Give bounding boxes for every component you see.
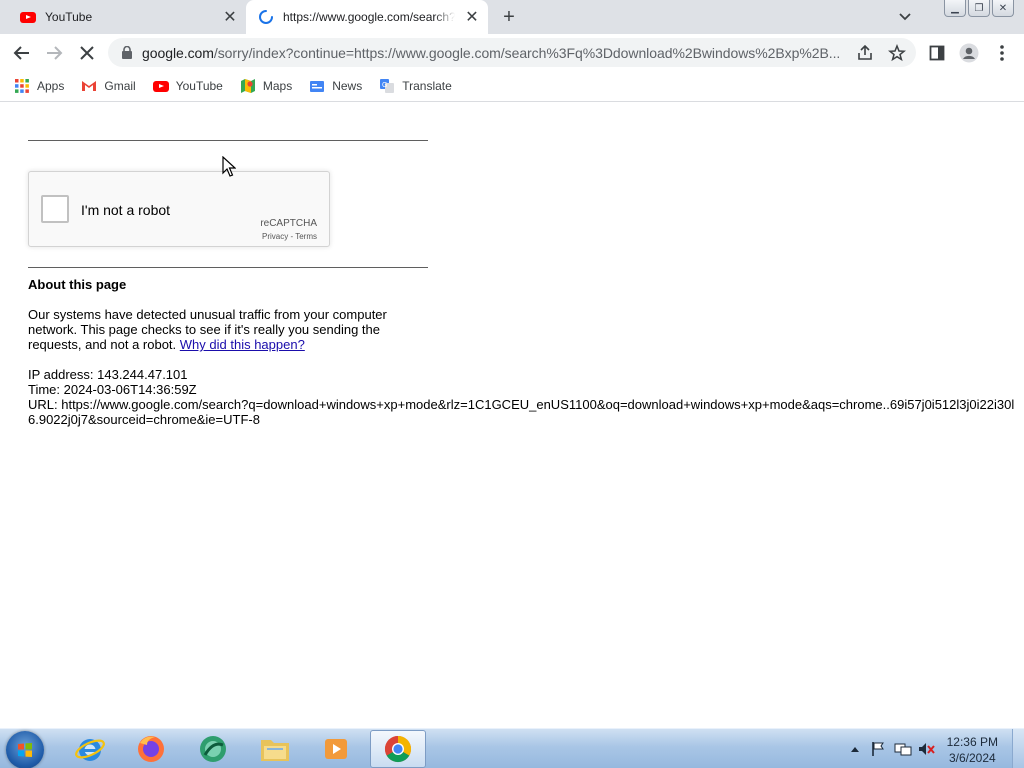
chrome-icon (384, 735, 412, 763)
stop-icon (80, 46, 94, 60)
timestamp: Time: 2024-03-06T14:36:59Z (28, 382, 197, 397)
forward-arrow-icon (47, 46, 63, 60)
recaptcha-label: I'm not a robot (81, 202, 171, 218)
star-icon[interactable] (888, 44, 906, 62)
bookmark-news[interactable]: News (309, 78, 362, 94)
why-link[interactable]: Why did this happen? (180, 337, 305, 352)
request-info: IP address: 143.244.47.101 Time: 2024-03… (28, 367, 1024, 427)
taskbar-media-player[interactable] (308, 730, 364, 768)
tab-google-search[interactable]: https://www.google.com/search? ✕ (246, 0, 488, 34)
mouse-cursor-icon (222, 156, 236, 177)
url-text[interactable]: google.com/sorry/index?continue=https://… (142, 45, 844, 61)
recaptcha-widget: I'm not a robot reCAPTCHA Privacy - Term… (28, 171, 330, 247)
bookmark-label: Apps (37, 79, 65, 93)
show-desktop-button[interactable] (1012, 729, 1024, 768)
back-button[interactable] (9, 40, 35, 66)
translate-icon: G (380, 79, 395, 93)
bookmark-translate[interactable]: G Translate (379, 78, 452, 94)
browser-toolbar: google.com/sorry/index?continue=https://… (0, 34, 1024, 71)
windows-logo-icon (18, 743, 32, 757)
file-explorer-icon (261, 740, 289, 761)
window-controls: ▁ ❐ ✕ (944, 0, 1014, 17)
stop-loading-button[interactable] (74, 40, 100, 66)
taskbar-firefox[interactable] (123, 730, 179, 768)
youtube-icon (20, 11, 36, 23)
tab-search-icon[interactable] (895, 8, 915, 26)
taskbar-file-explorer[interactable] (247, 730, 303, 768)
clock-time: 12:36 PM (946, 735, 998, 749)
url-host: google.com (142, 45, 214, 61)
tab-youtube[interactable]: YouTube ✕ (8, 0, 246, 34)
bookmark-label: News (332, 79, 363, 93)
divider (28, 140, 428, 141)
restore-button[interactable]: ❐ (968, 0, 990, 17)
loading-spinner-icon (259, 10, 273, 24)
terms-link[interactable]: Terms (295, 232, 317, 241)
forward-button[interactable] (41, 40, 67, 66)
url-path: /sorry/index?continue=https://www.google… (213, 45, 841, 61)
tab-title: YouTube (45, 10, 93, 24)
youtube-icon (152, 80, 169, 92)
bookmark-label: Translate (402, 79, 452, 93)
address-bar[interactable]: google.com/sorry/index?continue=https://… (108, 38, 916, 67)
tab-strip: YouTube ✕ https://www.google.com/search?… (0, 0, 1024, 34)
tab-title: https://www.google.com/search? (283, 10, 455, 24)
new-tab-button[interactable]: + (498, 6, 520, 28)
svg-text:G: G (382, 82, 387, 89)
windows-taskbar: 12:36 PM 3/6/2024 (0, 728, 1024, 768)
minimize-button[interactable]: ▁ (944, 0, 966, 17)
media-player-icon (325, 739, 347, 759)
news-icon (310, 81, 325, 92)
clock[interactable]: 12:36 PM 3/6/2024 (947, 734, 998, 766)
close-window-button[interactable]: ✕ (992, 0, 1014, 17)
close-icon[interactable]: ✕ (222, 9, 238, 26)
app-icon (200, 736, 226, 762)
bookmark-maps[interactable]: Maps (240, 78, 292, 94)
profile-avatar-icon[interactable] (959, 43, 979, 63)
recaptcha-checkbox[interactable] (41, 195, 69, 223)
bookmark-label: YouTube (175, 79, 223, 93)
bookmark-gmail[interactable]: Gmail (81, 78, 136, 94)
action-center-flag-icon[interactable] (870, 741, 886, 757)
maps-icon (240, 79, 255, 93)
internet-explorer-icon (75, 739, 105, 761)
recaptcha-brand: reCAPTCHA (260, 218, 317, 229)
ip-address: IP address: 143.244.47.101 (28, 367, 188, 382)
start-button[interactable] (6, 731, 44, 768)
show-hidden-icons-icon[interactable] (850, 745, 860, 753)
about-heading: About this page (28, 277, 127, 292)
volume-muted-icon[interactable] (918, 741, 936, 757)
taskbar-chrome[interactable] (370, 730, 426, 768)
back-arrow-icon (13, 46, 29, 60)
firefox-icon (138, 736, 164, 762)
clock-date: 3/6/2024 (948, 751, 996, 765)
taskbar-internet-explorer[interactable] (62, 730, 118, 768)
system-tray: 12:36 PM 3/6/2024 (834, 729, 1024, 768)
share-icon[interactable] (856, 44, 874, 62)
taskbar-app[interactable] (185, 730, 241, 768)
unusual-traffic-message: Our systems have detected unusual traffi… (28, 307, 418, 352)
close-icon[interactable]: ✕ (464, 9, 480, 26)
request-url: URL: https://www.google.com/search?q=dow… (28, 397, 1015, 427)
apps-grid-icon (15, 79, 29, 93)
network-icon[interactable] (894, 741, 912, 757)
menu-kebab-icon[interactable] (992, 43, 1012, 63)
divider (28, 267, 428, 268)
bookmark-apps[interactable]: Apps (14, 78, 64, 94)
privacy-link[interactable]: Privacy (262, 232, 288, 241)
bookmark-label: Gmail (104, 79, 136, 93)
bookmark-label: Maps (262, 79, 293, 93)
recaptcha-links: Privacy - Terms (262, 232, 317, 241)
bookmark-youtube[interactable]: YouTube (152, 79, 223, 93)
side-panel-icon[interactable] (927, 43, 947, 63)
gmail-icon (82, 81, 97, 91)
lock-icon[interactable] (121, 46, 133, 59)
bookmarks-bar: Apps Gmail YouTube Maps News G Translate (0, 71, 1024, 102)
